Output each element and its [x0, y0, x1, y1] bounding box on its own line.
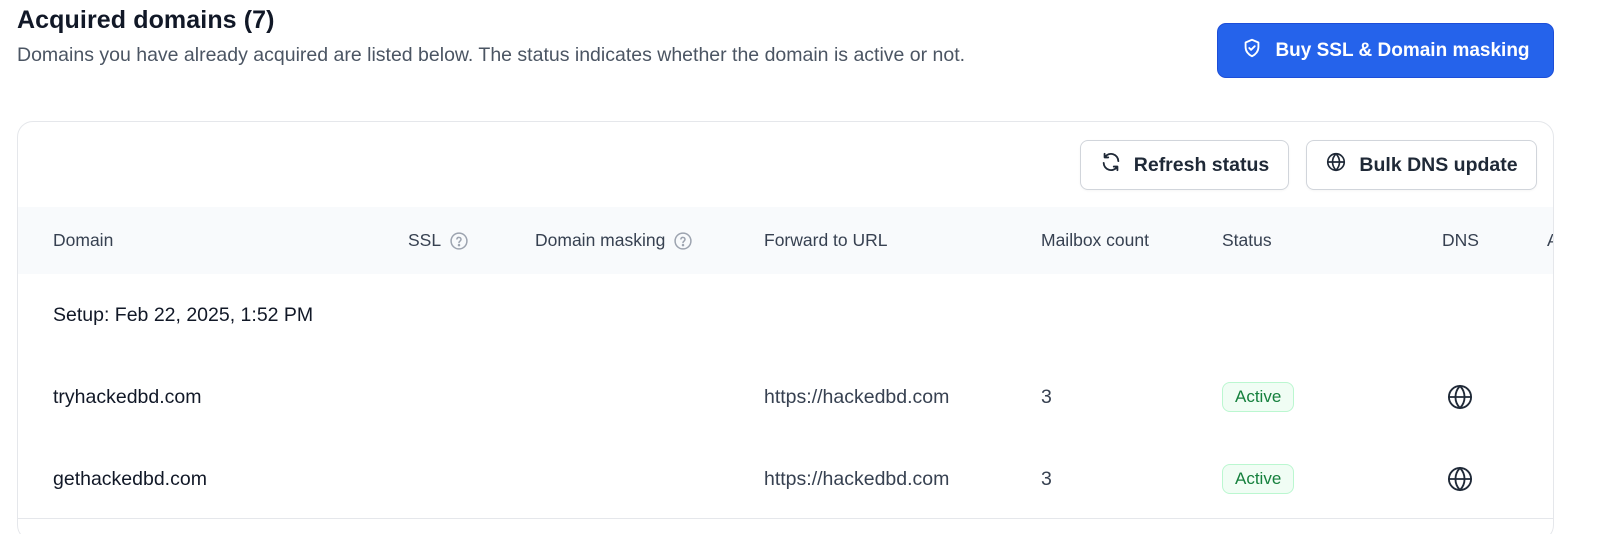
question-circle-icon[interactable]: [449, 231, 469, 251]
refresh-icon: [1100, 151, 1122, 179]
globe-icon[interactable]: [1446, 383, 1474, 411]
forward-url: https://hackedbd.com: [764, 467, 950, 490]
card-divider: [18, 518, 1553, 519]
mailbox-count: 3: [1041, 467, 1052, 490]
domain-name: tryhackedbd.com: [53, 385, 202, 408]
dns-cell: [1446, 357, 1474, 437]
column-header-dns: DNS: [1442, 230, 1479, 250]
acquired-domains-page: Acquired domains (7) Domains you have al…: [0, 0, 1600, 534]
globe-icon: [1325, 151, 1347, 179]
column-header-actions: A: [1547, 207, 1553, 274]
column-header-status: Status: [1222, 230, 1272, 250]
buy-ssl-domain-masking-button[interactable]: Buy SSL & Domain masking: [1217, 23, 1554, 78]
forward-url: https://hackedbd.com: [764, 385, 950, 408]
status-cell: Active: [1222, 439, 1295, 519]
buy-button-label: Buy SSL & Domain masking: [1275, 39, 1530, 61]
shield-check-icon: [1241, 37, 1263, 65]
column-header-forward-url: Forward to URL: [764, 230, 888, 250]
globe-icon[interactable]: [1446, 465, 1474, 493]
mailbox-count: 3: [1041, 385, 1052, 408]
bulk-dns-update-button[interactable]: Bulk DNS update: [1306, 140, 1537, 190]
column-header-ssl: SSL: [408, 207, 469, 274]
table-row: tryhackedbd.com https://hackedbd.com 3 A…: [18, 357, 1553, 437]
refresh-status-label: Refresh status: [1133, 153, 1270, 176]
refresh-status-button[interactable]: Refresh status: [1080, 140, 1289, 190]
page-subtitle: Domains you have already acquired are li…: [17, 44, 966, 66]
setup-group-label: Setup: Feb 22, 2025, 1:52 PM: [53, 304, 314, 326]
dns-cell: [1446, 439, 1474, 519]
column-header-mailbox-count: Mailbox count: [1041, 230, 1149, 250]
status-badge: Active: [1222, 382, 1295, 412]
question-circle-icon[interactable]: [673, 231, 693, 251]
domains-card: Refresh status Bulk DNS update Domain SS…: [17, 121, 1554, 534]
bulk-dns-update-label: Bulk DNS update: [1359, 153, 1518, 176]
column-header-domain[interactable]: Domain: [53, 207, 113, 274]
column-header-domain-masking: Domain masking: [535, 207, 693, 274]
status-badge: Active: [1222, 464, 1295, 494]
status-cell: Active: [1222, 357, 1295, 437]
page-title: Acquired domains (7): [17, 6, 275, 34]
domain-name: gethackedbd.com: [53, 467, 207, 490]
table-row: gethackedbd.com https://hackedbd.com 3 A…: [18, 439, 1553, 519]
table-header: Domain SSL Domain masking Forward to URL…: [18, 207, 1553, 274]
